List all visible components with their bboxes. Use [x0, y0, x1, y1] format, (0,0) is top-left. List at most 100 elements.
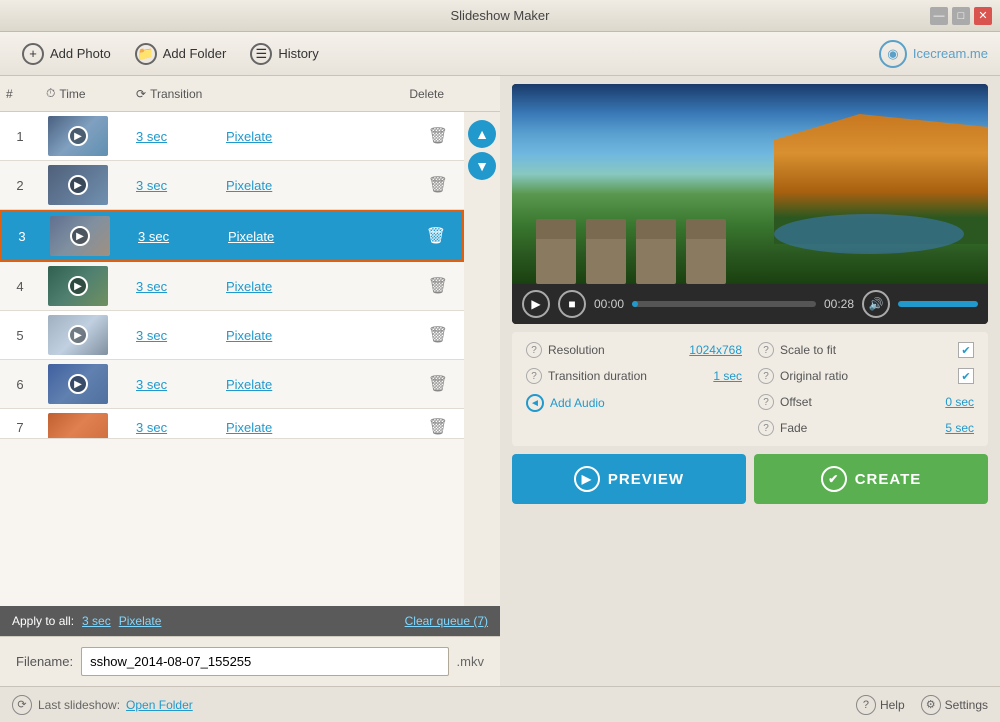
add-audio-label: Add Audio: [550, 396, 605, 410]
delete-button[interactable]: 🗑: [370, 175, 464, 195]
fade-value[interactable]: 5 sec: [945, 421, 974, 435]
add-audio-button[interactable]: ◄ Add Audio: [526, 394, 605, 412]
video-time-total: 00:28: [824, 297, 854, 311]
transition-link[interactable]: Pixelate: [228, 229, 274, 244]
minimize-button[interactable]: —: [930, 7, 948, 25]
original-ratio-checkbox[interactable]: ✔: [958, 368, 974, 384]
delete-button[interactable]: 🗑: [372, 226, 462, 246]
transition-duration-row: ? Transition duration 1 sec: [526, 368, 742, 384]
delete-button[interactable]: 🗑: [370, 374, 464, 394]
row-time[interactable]: 3 sec: [130, 324, 220, 347]
help-label: Help: [880, 698, 905, 712]
time-icon: ⏱: [46, 86, 55, 101]
settings-button[interactable]: ⚙ Settings: [921, 695, 988, 715]
row-transition[interactable]: Pixelate: [222, 225, 372, 248]
video-volume-button[interactable]: 🔊: [862, 290, 890, 318]
play-icon: ▶: [70, 226, 90, 246]
filename-input[interactable]: [81, 647, 448, 676]
row-time[interactable]: 3 sec: [130, 373, 220, 396]
scroll-down-button[interactable]: ▼: [468, 152, 496, 180]
table-row[interactable]: 2 ▶ 3 sec Pixelate 🗑: [0, 161, 464, 210]
delete-button[interactable]: 🗑: [370, 325, 464, 345]
resolution-help-icon[interactable]: ?: [526, 342, 542, 358]
transition-help-icon[interactable]: ?: [526, 368, 542, 384]
video-progress-bar[interactable]: [632, 301, 816, 307]
resolution-row: ? Resolution 1024x768: [526, 342, 742, 358]
video-play-button[interactable]: ▶: [522, 290, 550, 318]
row-transition[interactable]: Pixelate: [220, 275, 370, 298]
fade-row: ? Fade 5 sec: [758, 420, 974, 436]
time-link[interactable]: 3 sec: [136, 420, 167, 435]
delete-button[interactable]: 🗑: [370, 126, 464, 146]
table-row[interactable]: 1 ▶ 3 sec Pixelate 🗑: [0, 112, 464, 161]
maximize-button[interactable]: □: [952, 7, 970, 25]
fade-help-icon[interactable]: ?: [758, 420, 774, 436]
clear-queue-button[interactable]: Clear queue (7): [405, 614, 488, 628]
row-time[interactable]: 3 sec: [130, 125, 220, 148]
original-ratio-help-icon[interactable]: ?: [758, 368, 774, 384]
thumbnail: ▶: [50, 216, 110, 256]
time-link[interactable]: 3 sec: [138, 229, 169, 244]
row-transition[interactable]: Pixelate: [220, 324, 370, 347]
video-preview: ▶ ■ 00:00 00:28 🔊: [512, 84, 988, 324]
col-num-header: #: [0, 82, 40, 105]
offset-help-icon[interactable]: ?: [758, 394, 774, 410]
apply-time[interactable]: 3 sec: [82, 614, 111, 628]
time-link[interactable]: 3 sec: [136, 178, 167, 193]
time-link[interactable]: 3 sec: [136, 129, 167, 144]
play-icon: ▶: [68, 374, 88, 394]
help-button[interactable]: ? Help: [856, 695, 905, 715]
row-transition[interactable]: Pixelate: [220, 125, 370, 148]
table-row[interactable]: 4 ▶ 3 sec Pixelate 🗑: [0, 262, 464, 311]
transition-duration-value[interactable]: 1 sec: [713, 369, 742, 383]
row-time[interactable]: 3 sec: [130, 416, 220, 439]
filename-label: Filename:: [16, 654, 73, 669]
offset-value[interactable]: 0 sec: [945, 395, 974, 409]
toolbar: + Add Photo 📁 Add Folder ☰ History ◉ Ice…: [0, 32, 1000, 76]
history-button[interactable]: ☰ History: [240, 37, 328, 71]
table-row[interactable]: 6 ▶ 3 sec Pixelate 🗑: [0, 360, 464, 409]
window-title: Slideshow Maker: [451, 8, 550, 23]
add-folder-button[interactable]: 📁 Add Folder: [125, 37, 237, 71]
scale-help-icon[interactable]: ?: [758, 342, 774, 358]
icecream-link[interactable]: ◉ Icecream.me: [879, 40, 988, 68]
create-button[interactable]: ✔ CREATE: [754, 454, 988, 504]
transition-link[interactable]: Pixelate: [226, 328, 272, 343]
transition-link[interactable]: Pixelate: [226, 420, 272, 435]
transition-link[interactable]: Pixelate: [226, 377, 272, 392]
table-row[interactable]: 3 ▶ 3 sec Pixelate 🗑: [0, 210, 464, 262]
table-row[interactable]: 5 ▶ 3 sec Pixelate 🗑: [0, 311, 464, 360]
transition-link[interactable]: Pixelate: [226, 129, 272, 144]
footer-right: ? Help ⚙ Settings: [856, 695, 988, 715]
transition-link[interactable]: Pixelate: [226, 279, 272, 294]
filename-area: Filename: .mkv: [0, 636, 500, 686]
time-link[interactable]: 3 sec: [136, 377, 167, 392]
preview-button[interactable]: ▶ PREVIEW: [512, 454, 746, 504]
row-transition[interactable]: Pixelate: [220, 174, 370, 197]
add-photo-button[interactable]: + Add Photo: [12, 37, 121, 71]
time-link[interactable]: 3 sec: [136, 328, 167, 343]
time-link[interactable]: 3 sec: [136, 279, 167, 294]
close-button[interactable]: ✕: [974, 7, 992, 25]
scale-to-fit-checkbox[interactable]: ✔: [958, 342, 974, 358]
transition-link[interactable]: Pixelate: [226, 178, 272, 193]
row-time[interactable]: 3 sec: [130, 174, 220, 197]
add-folder-icon: 📁: [135, 43, 157, 65]
row-time[interactable]: 3 sec: [132, 225, 222, 248]
resolution-value[interactable]: 1024x768: [689, 343, 742, 357]
col-delete-header: Delete: [403, 82, 484, 105]
delete-button[interactable]: 🗑: [370, 417, 464, 437]
open-folder-link[interactable]: Open Folder: [126, 698, 193, 712]
row-number: 5: [0, 324, 40, 347]
delete-button[interactable]: 🗑: [370, 276, 464, 296]
row-time[interactable]: 3 sec: [130, 275, 220, 298]
right-panel: ▶ ■ 00:00 00:28 🔊 ? Resolution 1024x768: [500, 76, 1000, 686]
scroll-up-button[interactable]: ▲: [468, 120, 496, 148]
video-volume-bar[interactable]: [898, 301, 978, 307]
video-stop-button[interactable]: ■: [558, 290, 586, 318]
row-transition[interactable]: Pixelate: [220, 373, 370, 396]
apply-transition[interactable]: Pixelate: [119, 614, 162, 628]
thumbnail: ▶: [48, 266, 108, 306]
row-transition[interactable]: Pixelate: [220, 416, 370, 439]
table-row[interactable]: 7 3 sec Pixelate 🗑: [0, 409, 464, 439]
